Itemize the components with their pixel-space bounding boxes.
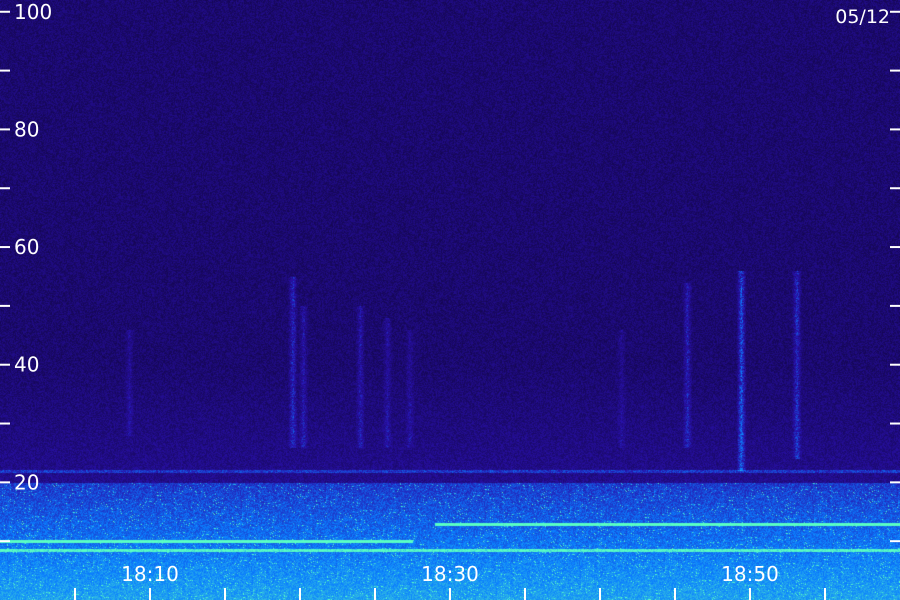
- date-label: 05/12: [835, 6, 890, 28]
- ticks-layer: [0, 10, 900, 600]
- y-tick-label: 40: [14, 353, 39, 377]
- y-tick-label: 20: [14, 470, 39, 494]
- spectrogram: 20 40 60 80 100 18:10 18:30 18:50 05/12: [0, 0, 900, 600]
- axis-overlay: 20 40 60 80 100 18:10 18:30 18:50 05/12: [0, 0, 900, 600]
- x-tick-label: 18:30: [421, 562, 479, 586]
- y-tick-label: 100: [14, 0, 52, 24]
- x-tick-label: 18:10: [121, 562, 179, 586]
- x-tick-label: 18:50: [721, 562, 779, 586]
- labels-layer: 20 40 60 80 100 18:10 18:30 18:50: [14, 0, 779, 586]
- y-tick-label: 60: [14, 235, 39, 259]
- y-tick-label: 80: [14, 117, 39, 141]
